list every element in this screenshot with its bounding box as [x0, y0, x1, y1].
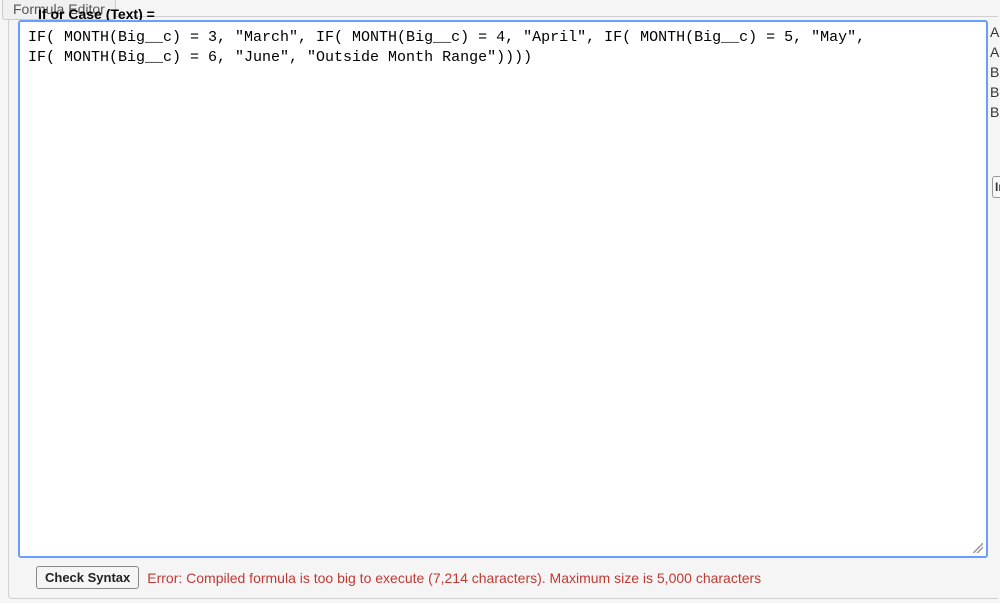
- list-item[interactable]: B: [990, 62, 1000, 82]
- syntax-bar: Check Syntax Error: Compiled formula is …: [36, 566, 761, 589]
- list-item[interactable]: B: [990, 102, 1000, 122]
- insert-operator-button[interactable]: In: [992, 176, 1000, 198]
- formula-editor-container: [18, 20, 988, 558]
- list-item[interactable]: A: [990, 42, 1000, 62]
- formula-textarea[interactable]: [20, 22, 986, 556]
- list-item[interactable]: B: [990, 82, 1000, 102]
- syntax-error-message: Error: Compiled formula is too big to ex…: [147, 570, 761, 586]
- list-item[interactable]: A: [990, 22, 1000, 42]
- function-list-partial: A A B B B: [990, 22, 1000, 122]
- check-syntax-button[interactable]: Check Syntax: [36, 566, 139, 589]
